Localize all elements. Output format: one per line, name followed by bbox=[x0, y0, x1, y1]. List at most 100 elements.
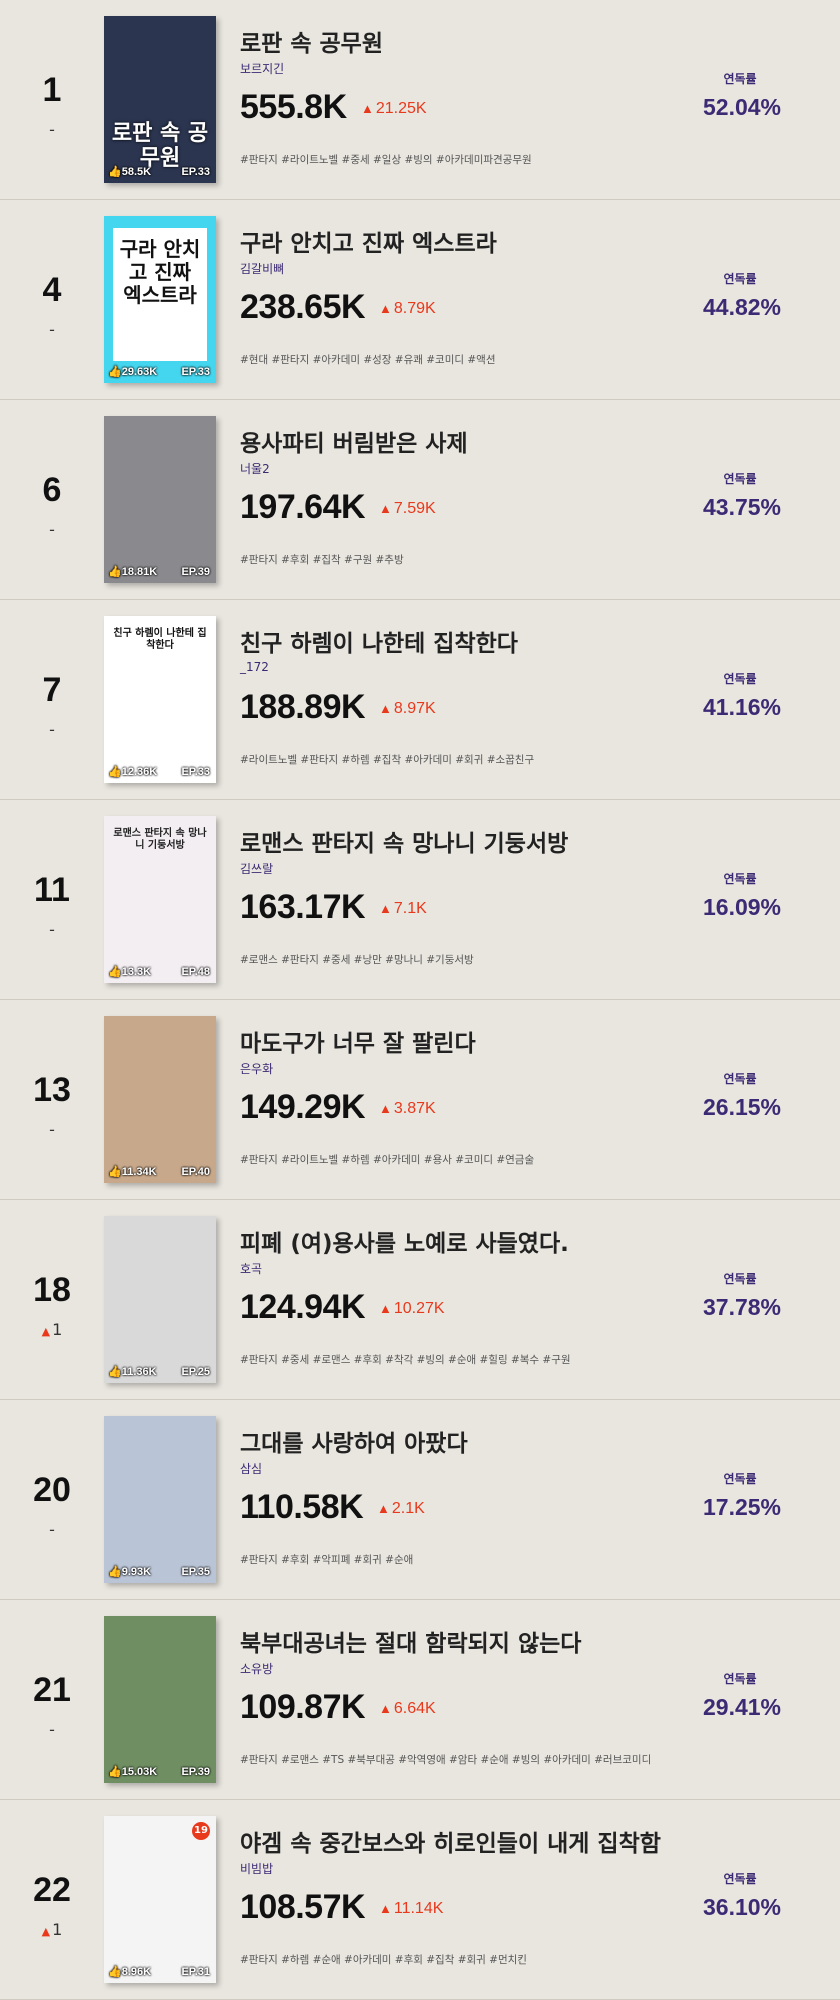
increase-up-icon: ▲ bbox=[379, 1301, 392, 1316]
tag-list: #판타지 #라이트노벨 #중세 #일상 #빙의 #아카데미파견공무원 bbox=[240, 154, 532, 166]
tag-list: #판타지 #후회 #악피폐 #회귀 #순애 bbox=[240, 1554, 414, 1566]
rank-change-value: 1 bbox=[52, 1920, 63, 1939]
episode-count: EP.33 bbox=[181, 766, 210, 778]
cover-likes: 👍11.36K bbox=[108, 1365, 157, 1378]
ranking-list: 1 - 로판 속 공무원 👍58.5K EP.33 로판 속 공무원 보르지긴 … bbox=[0, 0, 840, 2000]
thumbs-up-icon: 👍 bbox=[108, 1366, 122, 1378]
rank-number: 1 bbox=[42, 71, 62, 109]
likes-count: 9.93K bbox=[121, 1566, 152, 1578]
rank-number: 18 bbox=[33, 1271, 71, 1309]
read-rate-label: 연독률 bbox=[723, 1672, 757, 1686]
author-name[interactable]: 김갈비뼈 bbox=[240, 260, 284, 277]
author-name[interactable]: 은우화 bbox=[240, 1060, 273, 1077]
novel-cover[interactable]: 👍9.93K EP.35 bbox=[104, 1416, 216, 1583]
increase-up-icon: ▲ bbox=[379, 501, 392, 516]
ranking-row[interactable]: 21 - 👍15.03K EP.39 북부대공녀는 절대 함락되지 않는다 소유… bbox=[0, 1600, 840, 1800]
author-name[interactable]: 비빔밥 bbox=[240, 1860, 273, 1877]
likes-count: 29.63K bbox=[121, 366, 158, 378]
cover-likes: 👍13.3K bbox=[108, 965, 151, 978]
read-rate-value: 17.25% bbox=[702, 1494, 781, 1520]
read-rate-value: 37.78% bbox=[702, 1294, 781, 1320]
view-increase: ▲ 7.59K bbox=[379, 500, 436, 518]
read-rate-label: 연독률 bbox=[723, 72, 757, 86]
novel-title[interactable]: 로맨스 판타지 속 망나니 기둥서방 bbox=[240, 824, 568, 858]
novel-title[interactable]: 로판 속 공무원 bbox=[240, 24, 383, 58]
novel-cover[interactable]: 👍11.36K EP.25 bbox=[104, 1216, 216, 1383]
novel-title[interactable]: 피폐 (여)용사를 노예로 사들였다. bbox=[240, 1224, 569, 1258]
novel-cover[interactable]: 로맨스 판타지 속 망나니 기둥서방 👍13.3K EP.48 bbox=[104, 816, 216, 983]
novel-cover[interactable]: 👍18.81K EP.39 bbox=[104, 416, 216, 583]
tag-list: #판타지 #로맨스 #TS #북부대공 #악역영애 #암타 #순애 #빙의 #아… bbox=[240, 1754, 652, 1766]
novel-title[interactable]: 야겜 속 중간보스와 히로인들이 내게 집착함 bbox=[240, 1824, 661, 1858]
novel-cover[interactable]: 친구 하렘이 나한테 집착한다 👍12.36K EP.33 bbox=[104, 616, 216, 783]
tag-list: #현대 #판타지 #아카데미 #성장 #유쾌 #코미디 #액션 bbox=[240, 354, 496, 366]
ranking-row[interactable]: 4 - 구라 안치고 진짜 엑스트라 👍29.63K EP.33 구라 안치고 … bbox=[0, 200, 840, 400]
novel-title[interactable]: 친구 하렘이 나한테 집착한다 bbox=[240, 624, 518, 658]
novel-cover[interactable]: 로판 속 공무원 👍58.5K EP.33 bbox=[104, 16, 216, 183]
author-name[interactable]: 호곡 bbox=[240, 1260, 262, 1277]
rank-change: - bbox=[20, 520, 84, 540]
read-rate-value: 26.15% bbox=[702, 1094, 781, 1120]
cover-likes: 👍15.03K bbox=[108, 1765, 157, 1778]
rank-change: - bbox=[20, 1120, 84, 1140]
novel-title[interactable]: 그대를 사랑하여 아팠다 bbox=[240, 1424, 468, 1458]
cover-art bbox=[104, 1816, 216, 1983]
episode-count: EP.33 bbox=[181, 366, 210, 378]
novel-cover[interactable]: 19 👍8.96K EP.31 bbox=[104, 1816, 216, 1983]
author-name[interactable]: 보르지긴 bbox=[240, 60, 284, 77]
ranking-row[interactable]: 1 - 로판 속 공무원 👍58.5K EP.33 로판 속 공무원 보르지긴 … bbox=[0, 0, 840, 200]
ranking-row[interactable]: 22 ▲ 1 19 👍8.96K EP.31 야겜 속 중간보스와 히로인들이 내… bbox=[0, 1800, 840, 2000]
author-name[interactable]: 너울2 bbox=[240, 460, 270, 477]
view-increase: ▲ 11.14K bbox=[379, 1900, 443, 1918]
ranking-row[interactable]: 11 - 로맨스 판타지 속 망나니 기둥서방 👍13.3K EP.48 로맨스… bbox=[0, 800, 840, 1000]
novel-title[interactable]: 마도구가 너무 잘 팔린다 bbox=[240, 1024, 476, 1058]
author-name[interactable]: 소유방 bbox=[240, 1660, 273, 1677]
ranking-row[interactable]: 20 - 👍9.93K EP.35 그대를 사랑하여 아팠다 삼심 110.58… bbox=[0, 1400, 840, 1600]
age-19-badge: 19 bbox=[192, 1822, 210, 1840]
novel-cover[interactable]: 구라 안치고 진짜 엑스트라 👍29.63K EP.33 bbox=[104, 216, 216, 383]
ranking-row[interactable]: 13 - 👍11.34K EP.40 마도구가 너무 잘 팔린다 은우화 149… bbox=[0, 1000, 840, 1200]
increase-value: 8.97K bbox=[393, 700, 436, 717]
thumbs-up-icon: 👍 bbox=[108, 166, 122, 178]
increase-value: 7.59K bbox=[393, 500, 436, 517]
cover-art bbox=[104, 1416, 216, 1583]
author-name[interactable]: _172 bbox=[240, 660, 269, 674]
tag-list: #판타지 #중세 #로맨스 #후회 #착각 #빙의 #순애 #힐링 #복수 #구… bbox=[240, 1354, 571, 1366]
read-rate-label: 연독률 bbox=[723, 1472, 757, 1486]
ranking-row[interactable]: 6 - 👍18.81K EP.39 용사파티 버림받은 사제 너울2 197.6… bbox=[0, 400, 840, 600]
rank-number: 6 bbox=[42, 471, 62, 509]
rank-up-icon: ▲ bbox=[41, 1925, 51, 1938]
ranking-row[interactable]: 18 ▲ 1 👍11.36K EP.25 피폐 (여)용사를 노예로 사들였다. … bbox=[0, 1200, 840, 1400]
rank-number: 21 bbox=[33, 1671, 71, 1709]
rank-number: 22 bbox=[33, 1871, 71, 1909]
author-name[interactable]: 김쓰랄 bbox=[240, 860, 273, 877]
likes-count: 12.36K bbox=[121, 766, 158, 778]
thumbs-up-icon: 👍 bbox=[108, 1566, 122, 1578]
thumbs-up-icon: 👍 bbox=[108, 1166, 122, 1178]
rank-change-value: - bbox=[49, 720, 55, 739]
view-count: 238.65K bbox=[240, 288, 366, 326]
read-rate-value: 41.16% bbox=[702, 694, 781, 720]
author-name[interactable]: 삼심 bbox=[240, 1460, 262, 1477]
novel-title[interactable]: 북부대공녀는 절대 함락되지 않는다 bbox=[240, 1624, 581, 1658]
view-count: 110.58K bbox=[240, 1488, 364, 1526]
novel-cover[interactable]: 👍11.34K EP.40 bbox=[104, 1016, 216, 1183]
novel-title[interactable]: 용사파티 버림받은 사제 bbox=[240, 424, 468, 458]
novel-title[interactable]: 구라 안치고 진짜 엑스트라 bbox=[240, 224, 497, 258]
thumbs-up-icon: 👍 bbox=[108, 1966, 122, 1978]
thumbs-up-icon: 👍 bbox=[108, 566, 122, 578]
likes-count: 11.34K bbox=[121, 1166, 157, 1178]
novel-cover[interactable]: 👍15.03K EP.39 bbox=[104, 1616, 216, 1783]
cover-likes: 👍11.34K bbox=[108, 1165, 157, 1178]
rank-change: - bbox=[20, 120, 84, 140]
likes-count: 18.81K bbox=[121, 566, 158, 578]
ranking-row[interactable]: 7 - 친구 하렘이 나한테 집착한다 👍12.36K EP.33 친구 하렘이… bbox=[0, 600, 840, 800]
rank-change-value: - bbox=[49, 1120, 55, 1139]
episode-count: EP.33 bbox=[181, 166, 210, 178]
increase-value: 7.1K bbox=[393, 900, 427, 917]
read-rate-value: 52.04% bbox=[702, 94, 781, 120]
rank-change: - bbox=[20, 320, 84, 340]
cover-likes: 👍58.5K bbox=[108, 165, 151, 178]
view-count: 108.57K bbox=[240, 1888, 366, 1926]
view-count: 555.8K bbox=[240, 88, 347, 126]
